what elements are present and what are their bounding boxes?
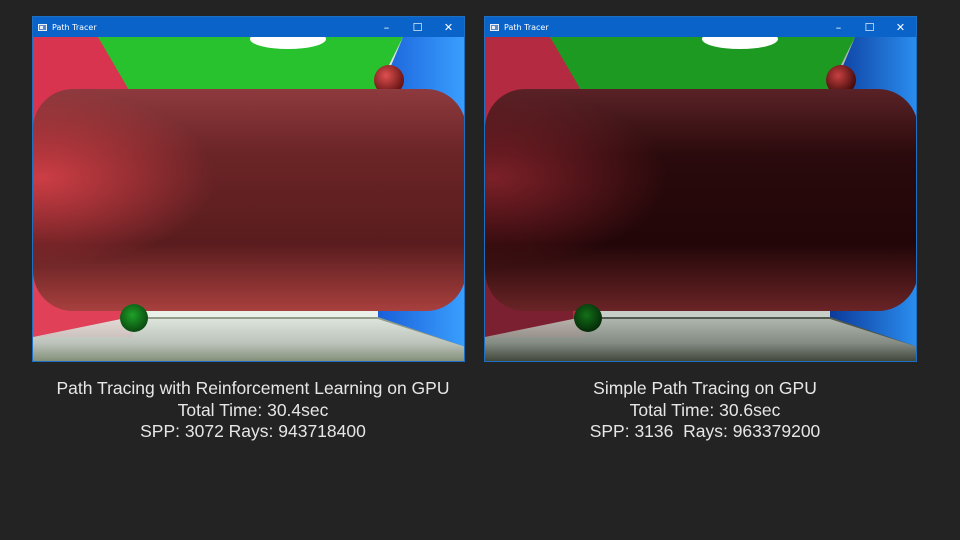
total-time-label: Total Time: 30.4sec (177, 399, 329, 420)
app-icon (38, 23, 47, 31)
method-label: Path Tracing with Reinforcement Learning… (56, 378, 450, 398)
spp-rays-label: SPP: 3136 Rays: 963379200 (589, 421, 821, 441)
minimize-button[interactable]: – (371, 17, 402, 37)
ceiling (98, 37, 403, 97)
app-icon (490, 23, 499, 31)
green-sphere (574, 304, 602, 332)
path-tracer-window-right[interactable]: Path Tracer – ☐ ✕ (484, 16, 917, 362)
method-label: Simple Path Tracing on GPU (593, 378, 817, 398)
close-button[interactable]: ✕ (885, 17, 916, 37)
title-bar[interactable]: Path Tracer – ☐ ✕ (33, 17, 464, 37)
spp-rays-label: SPP: 3072 Rays: 943718400 (140, 421, 366, 441)
minimize-button[interactable]: – (823, 17, 854, 37)
render-viewport (33, 37, 464, 361)
caption-right: Simple Path Tracing on GPU Total Time: 3… (482, 378, 928, 443)
close-button[interactable]: ✕ (433, 17, 464, 37)
maximize-button[interactable]: ☐ (854, 17, 885, 37)
window-title: Path Tracer (52, 22, 97, 32)
title-bar[interactable]: Path Tracer – ☐ ✕ (485, 17, 916, 37)
path-tracer-window-left[interactable]: Path Tracer – ☐ ✕ (32, 16, 465, 362)
rendered-scene (33, 37, 464, 361)
ceiling (550, 37, 855, 97)
rendered-scene (485, 37, 916, 361)
caption-left: Path Tracing with Reinforcement Learning… (30, 378, 476, 443)
maximize-button[interactable]: ☐ (402, 17, 433, 37)
total-time-label: Total Time: 30.6sec (629, 399, 781, 420)
window-title: Path Tracer (504, 22, 549, 32)
render-viewport (485, 37, 916, 361)
green-sphere (120, 304, 148, 332)
